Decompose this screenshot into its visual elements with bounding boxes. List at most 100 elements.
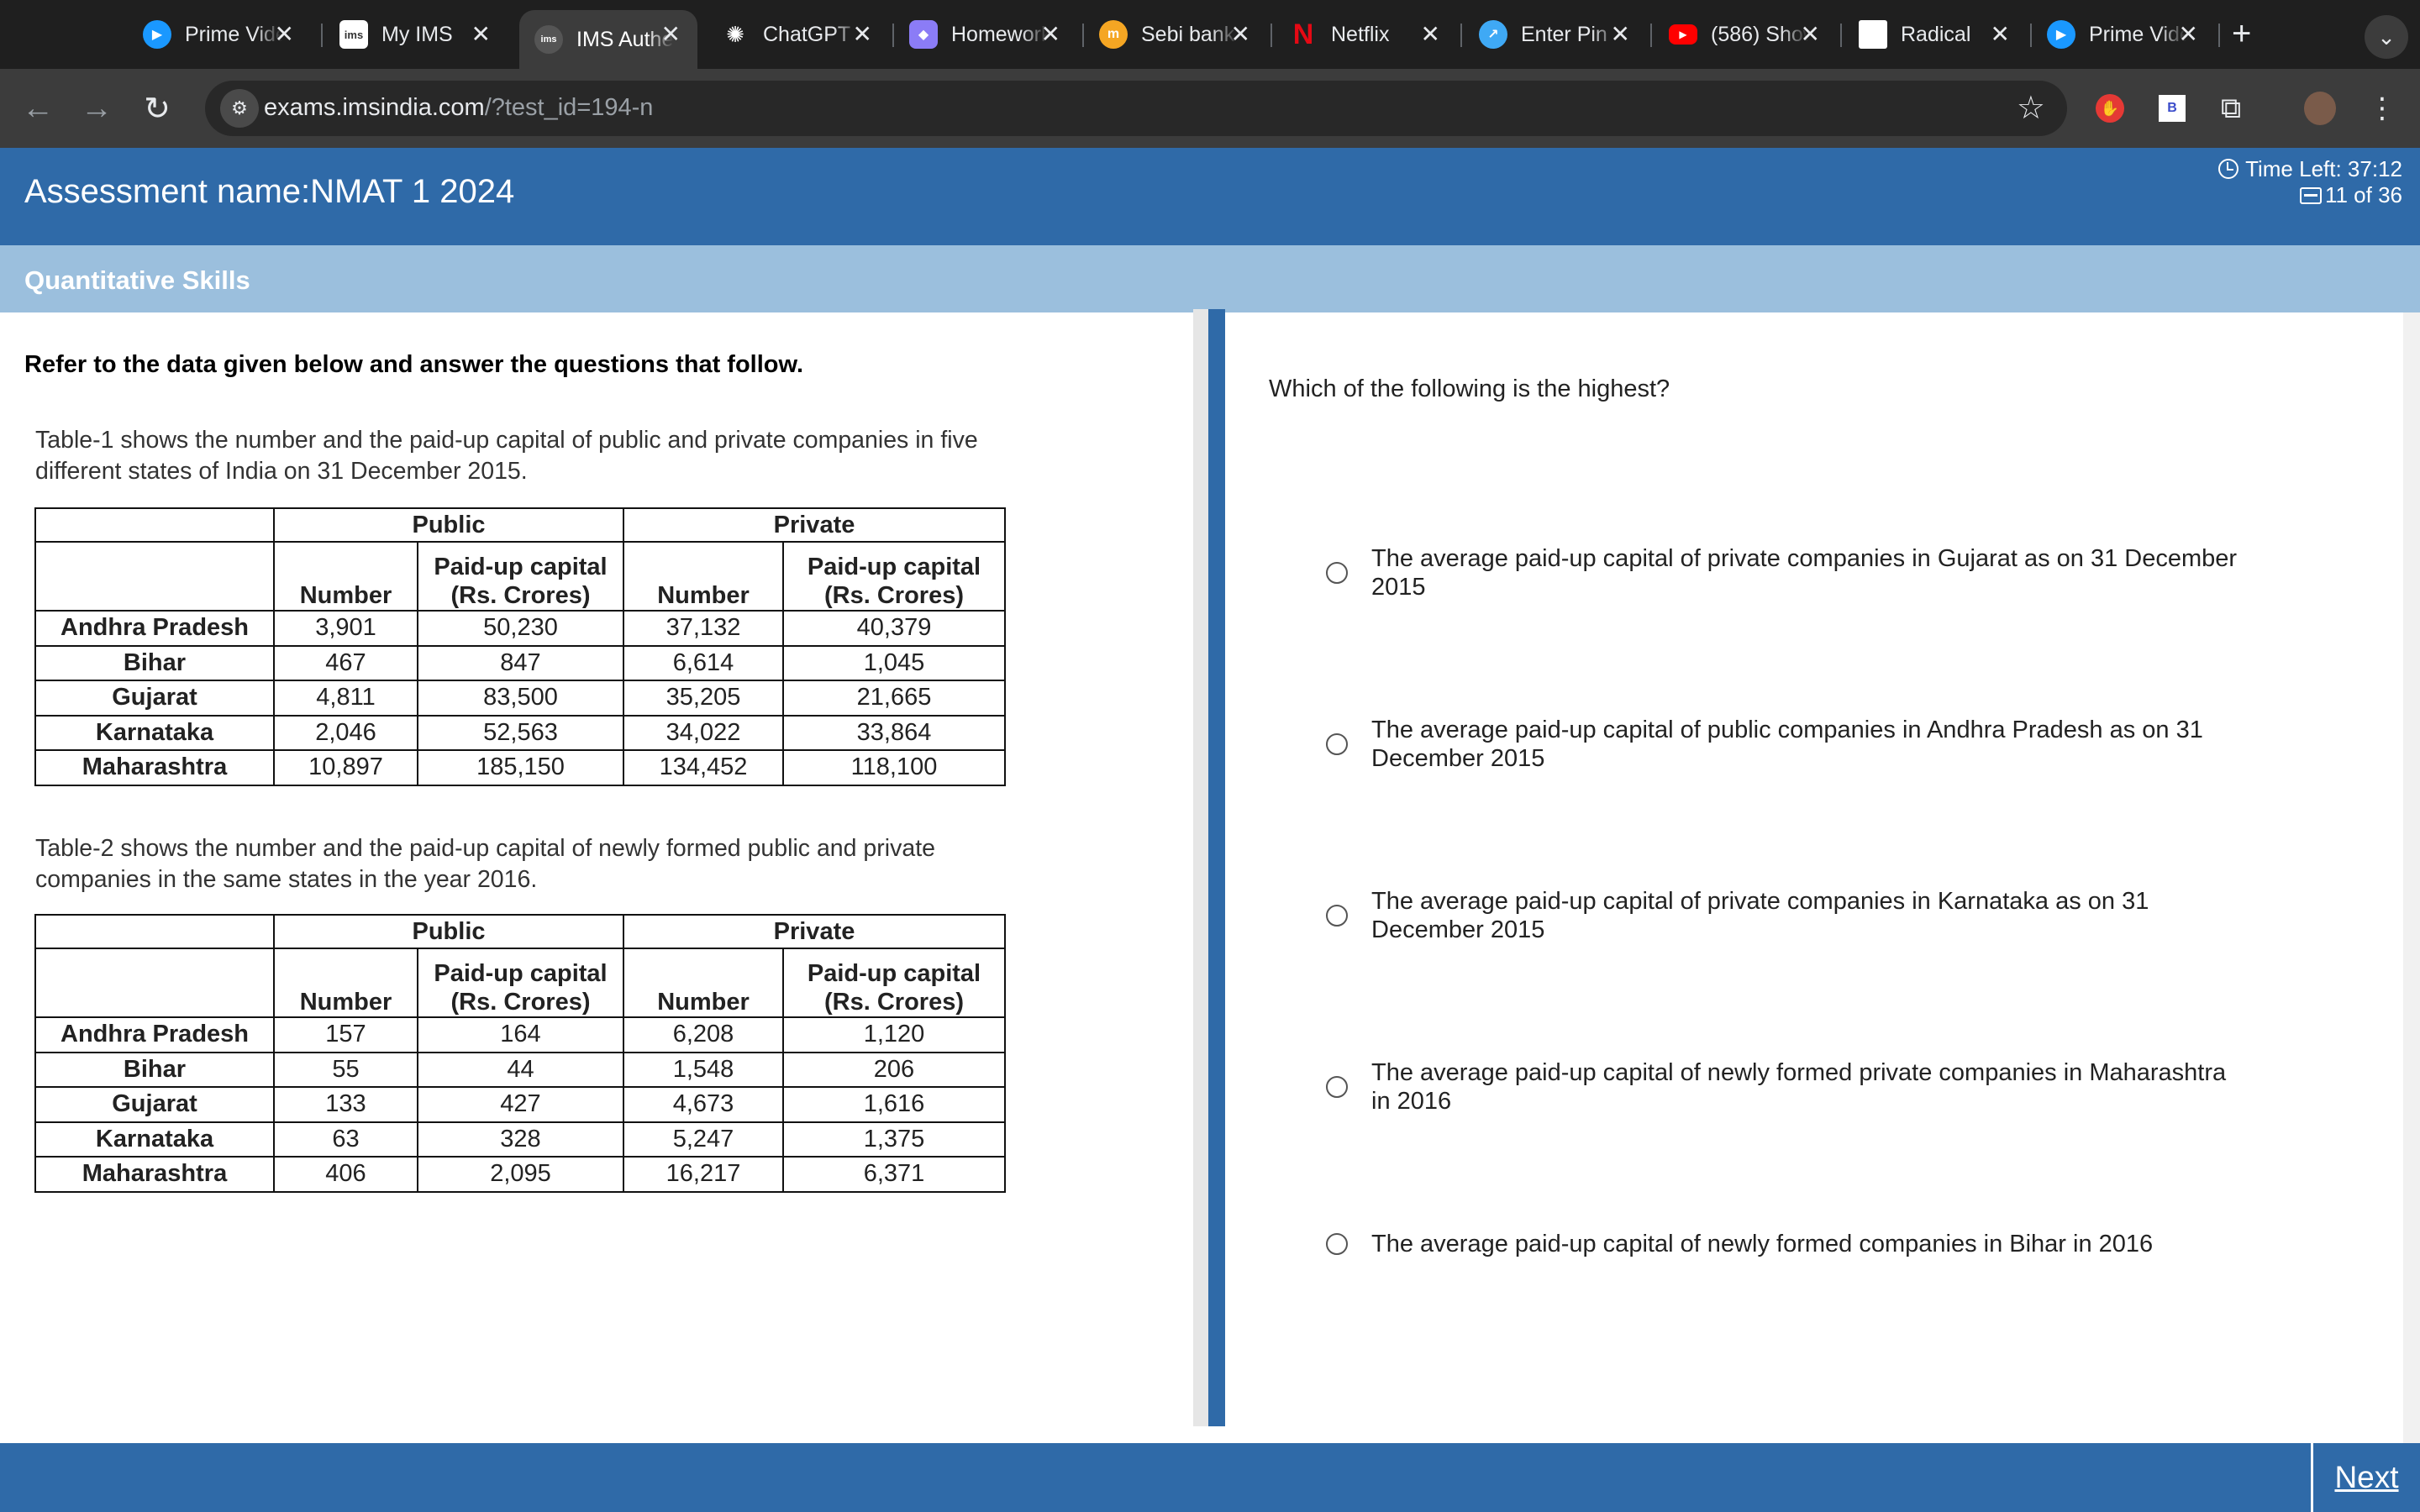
question-progress: 11 of 36 xyxy=(2324,182,2402,207)
private-capital-cell: 1,375 xyxy=(782,1121,1006,1158)
close-icon[interactable]: ✕ xyxy=(471,20,491,49)
option-label[interactable]: The average paid-up capital of public co… xyxy=(1371,716,2203,773)
state-cell: Bihar xyxy=(34,1051,275,1088)
answer-option-1[interactable]: The average paid-up capital of private c… xyxy=(1326,544,2259,601)
radio-button[interactable] xyxy=(1326,733,1348,755)
private-number-cell: 6,208 xyxy=(623,1016,784,1053)
tab-title: ChatGPT xyxy=(763,22,851,46)
radio-button[interactable] xyxy=(1326,1076,1348,1098)
table-header-public: Public xyxy=(273,507,624,543)
private-number-cell: 34,022 xyxy=(623,714,784,751)
table-row: Maharashtra 10,897 185,150 134,452 118,100 xyxy=(34,749,1006,786)
table-header-private: Private xyxy=(623,914,1006,949)
close-icon[interactable]: ✕ xyxy=(1991,20,2010,49)
public-capital-cell: 50,230 xyxy=(417,610,624,647)
adblock-extension-icon[interactable]: ✋ xyxy=(2094,92,2126,124)
state-cell: Karnataka xyxy=(34,1121,275,1158)
browser-tab-active[interactable]: ims IMS Authentication ✕ xyxy=(519,10,697,69)
table-row: Bihar 55 44 1,548 206 xyxy=(34,1051,1006,1088)
site-settings-icon[interactable]: ⚙ xyxy=(220,89,259,128)
private-number-cell: 4,673 xyxy=(623,1086,784,1123)
private-number-cell: 37,132 xyxy=(623,610,784,647)
close-icon[interactable]: ✕ xyxy=(275,20,294,49)
option-label[interactable]: The average paid-up capital of private c… xyxy=(1371,544,2237,601)
table1-description: Table-1 shows the number and the paid-up… xyxy=(35,427,978,485)
private-capital-cell: 6,371 xyxy=(782,1156,1006,1193)
extension-b-icon[interactable]: B xyxy=(2156,92,2188,124)
back-icon[interactable]: ← xyxy=(17,87,59,129)
answer-option-4[interactable]: The average paid-up capital of newly for… xyxy=(1326,1058,2259,1116)
close-icon[interactable]: ✕ xyxy=(1611,20,1630,49)
close-icon[interactable]: ✕ xyxy=(853,20,872,49)
option-label[interactable]: The average paid-up capital of newly for… xyxy=(1371,1058,2226,1116)
browser-tab[interactable]: ▶ Prime Video ✕ xyxy=(143,10,311,59)
browser-tab[interactable]: ◆ Homework ✕ xyxy=(909,10,1077,59)
private-number-cell: 6,614 xyxy=(623,644,784,681)
new-tab-icon[interactable]: + xyxy=(2232,15,2251,52)
close-icon[interactable]: ✕ xyxy=(1041,20,1060,49)
ims-icon: ims xyxy=(339,20,368,49)
tab-title: Radical xyxy=(1901,22,1971,46)
public-number-cell: 3,901 xyxy=(273,610,418,647)
public-number-cell: 2,046 xyxy=(273,714,418,751)
radio-button[interactable] xyxy=(1326,1233,1348,1255)
homework-icon: ◆ xyxy=(909,20,938,49)
table-header-capital: Paid-up capital (Rs. Crores) xyxy=(782,541,1006,612)
browser-tab[interactable]: m Sebi bank ✕ xyxy=(1099,10,1267,59)
close-icon[interactable]: ✕ xyxy=(1801,20,1820,49)
private-number-cell: 1,548 xyxy=(623,1051,784,1088)
public-number-cell: 406 xyxy=(273,1156,418,1193)
answer-option-2[interactable]: The average paid-up capital of public co… xyxy=(1326,716,2259,773)
answer-option-5[interactable]: The average paid-up capital of newly for… xyxy=(1326,1230,2259,1258)
browser-toolbar: ← → ↻ ⚙ exams.imsindia.com/?test_id=194-… xyxy=(0,69,2420,148)
forward-icon[interactable]: → xyxy=(76,87,118,129)
state-cell: Gujarat xyxy=(34,680,275,717)
panel-splitter[interactable] xyxy=(1193,309,1208,1426)
chevron-down-icon[interactable]: ⌄ xyxy=(2365,15,2408,59)
sebi-icon: m xyxy=(1099,20,1128,49)
more-menu-icon[interactable]: ⋮ xyxy=(2366,92,2398,124)
browser-tab[interactable]: ▶ (586) Shows ✕ xyxy=(1669,10,1837,59)
close-icon[interactable]: ✕ xyxy=(1421,20,1440,49)
table-header-capital: Paid-up capital (Rs. Crores) xyxy=(417,541,624,612)
reload-icon[interactable]: ↻ xyxy=(136,87,178,129)
tab-title: Netflix xyxy=(1331,22,1390,46)
close-icon[interactable]: ✕ xyxy=(661,20,681,49)
browser-tab[interactable]: Radical ✕ xyxy=(1859,10,2027,59)
browser-tab[interactable]: N Netflix ✕ xyxy=(1289,10,1457,59)
table-header-number: Number xyxy=(623,948,784,1018)
answer-option-3[interactable]: The average paid-up capital of private c… xyxy=(1326,887,2259,944)
url-text[interactable]: exams.imsindia.com/?test_id=194-n xyxy=(264,94,653,122)
browser-tab[interactable]: ✺ ChatGPT ✕ xyxy=(721,10,889,59)
tab-title: Prime Video xyxy=(2089,22,2186,46)
table-header-cell xyxy=(34,948,275,1018)
scrollbar-track[interactable] xyxy=(2403,312,2420,1443)
public-number-cell: 157 xyxy=(273,1016,418,1053)
next-button[interactable]: Next xyxy=(2311,1443,2420,1512)
table-header-cell xyxy=(34,507,275,543)
data-table-2: Public Private Number Paid-up capital (Rs… xyxy=(34,914,1006,1193)
state-cell: Andhra Pradesh xyxy=(34,610,275,647)
avatar[interactable] xyxy=(2304,92,2336,125)
extensions-puzzle-icon[interactable]: ⧉ xyxy=(2215,92,2247,124)
public-number-cell: 10,897 xyxy=(273,749,418,786)
state-cell: Gujarat xyxy=(34,1086,275,1123)
close-icon[interactable]: ✕ xyxy=(1231,20,1250,49)
section-title: Quantitative Skills xyxy=(24,265,250,295)
option-label[interactable]: The average paid-up capital of private c… xyxy=(1371,887,2149,944)
bookmark-star-icon[interactable]: ☆ xyxy=(2017,89,2045,127)
browser-tab[interactable]: ↗ Enter Pin ✕ xyxy=(1479,10,1647,59)
address-bar[interactable]: ⚙ exams.imsindia.com/?test_id=194-n ☆ xyxy=(205,81,2067,136)
browser-tab[interactable]: ▶ Prime Video ✕ xyxy=(2047,10,2215,59)
browser-tab[interactable]: ims My IMS ✕ xyxy=(339,10,508,59)
radio-button[interactable] xyxy=(1326,905,1348,927)
tab-title: Sebi bank xyxy=(1141,22,1235,46)
radio-button[interactable] xyxy=(1326,562,1348,584)
private-capital-cell: 21,665 xyxy=(782,680,1006,717)
table2-description: Table-2 shows the number and the paid-up… xyxy=(35,835,935,893)
table-header-public: Public xyxy=(273,914,624,949)
private-capital-cell: 118,100 xyxy=(782,749,1006,786)
close-icon[interactable]: ✕ xyxy=(2179,20,2198,49)
public-capital-cell: 2,095 xyxy=(417,1156,624,1193)
option-label[interactable]: The average paid-up capital of newly for… xyxy=(1371,1230,2153,1258)
